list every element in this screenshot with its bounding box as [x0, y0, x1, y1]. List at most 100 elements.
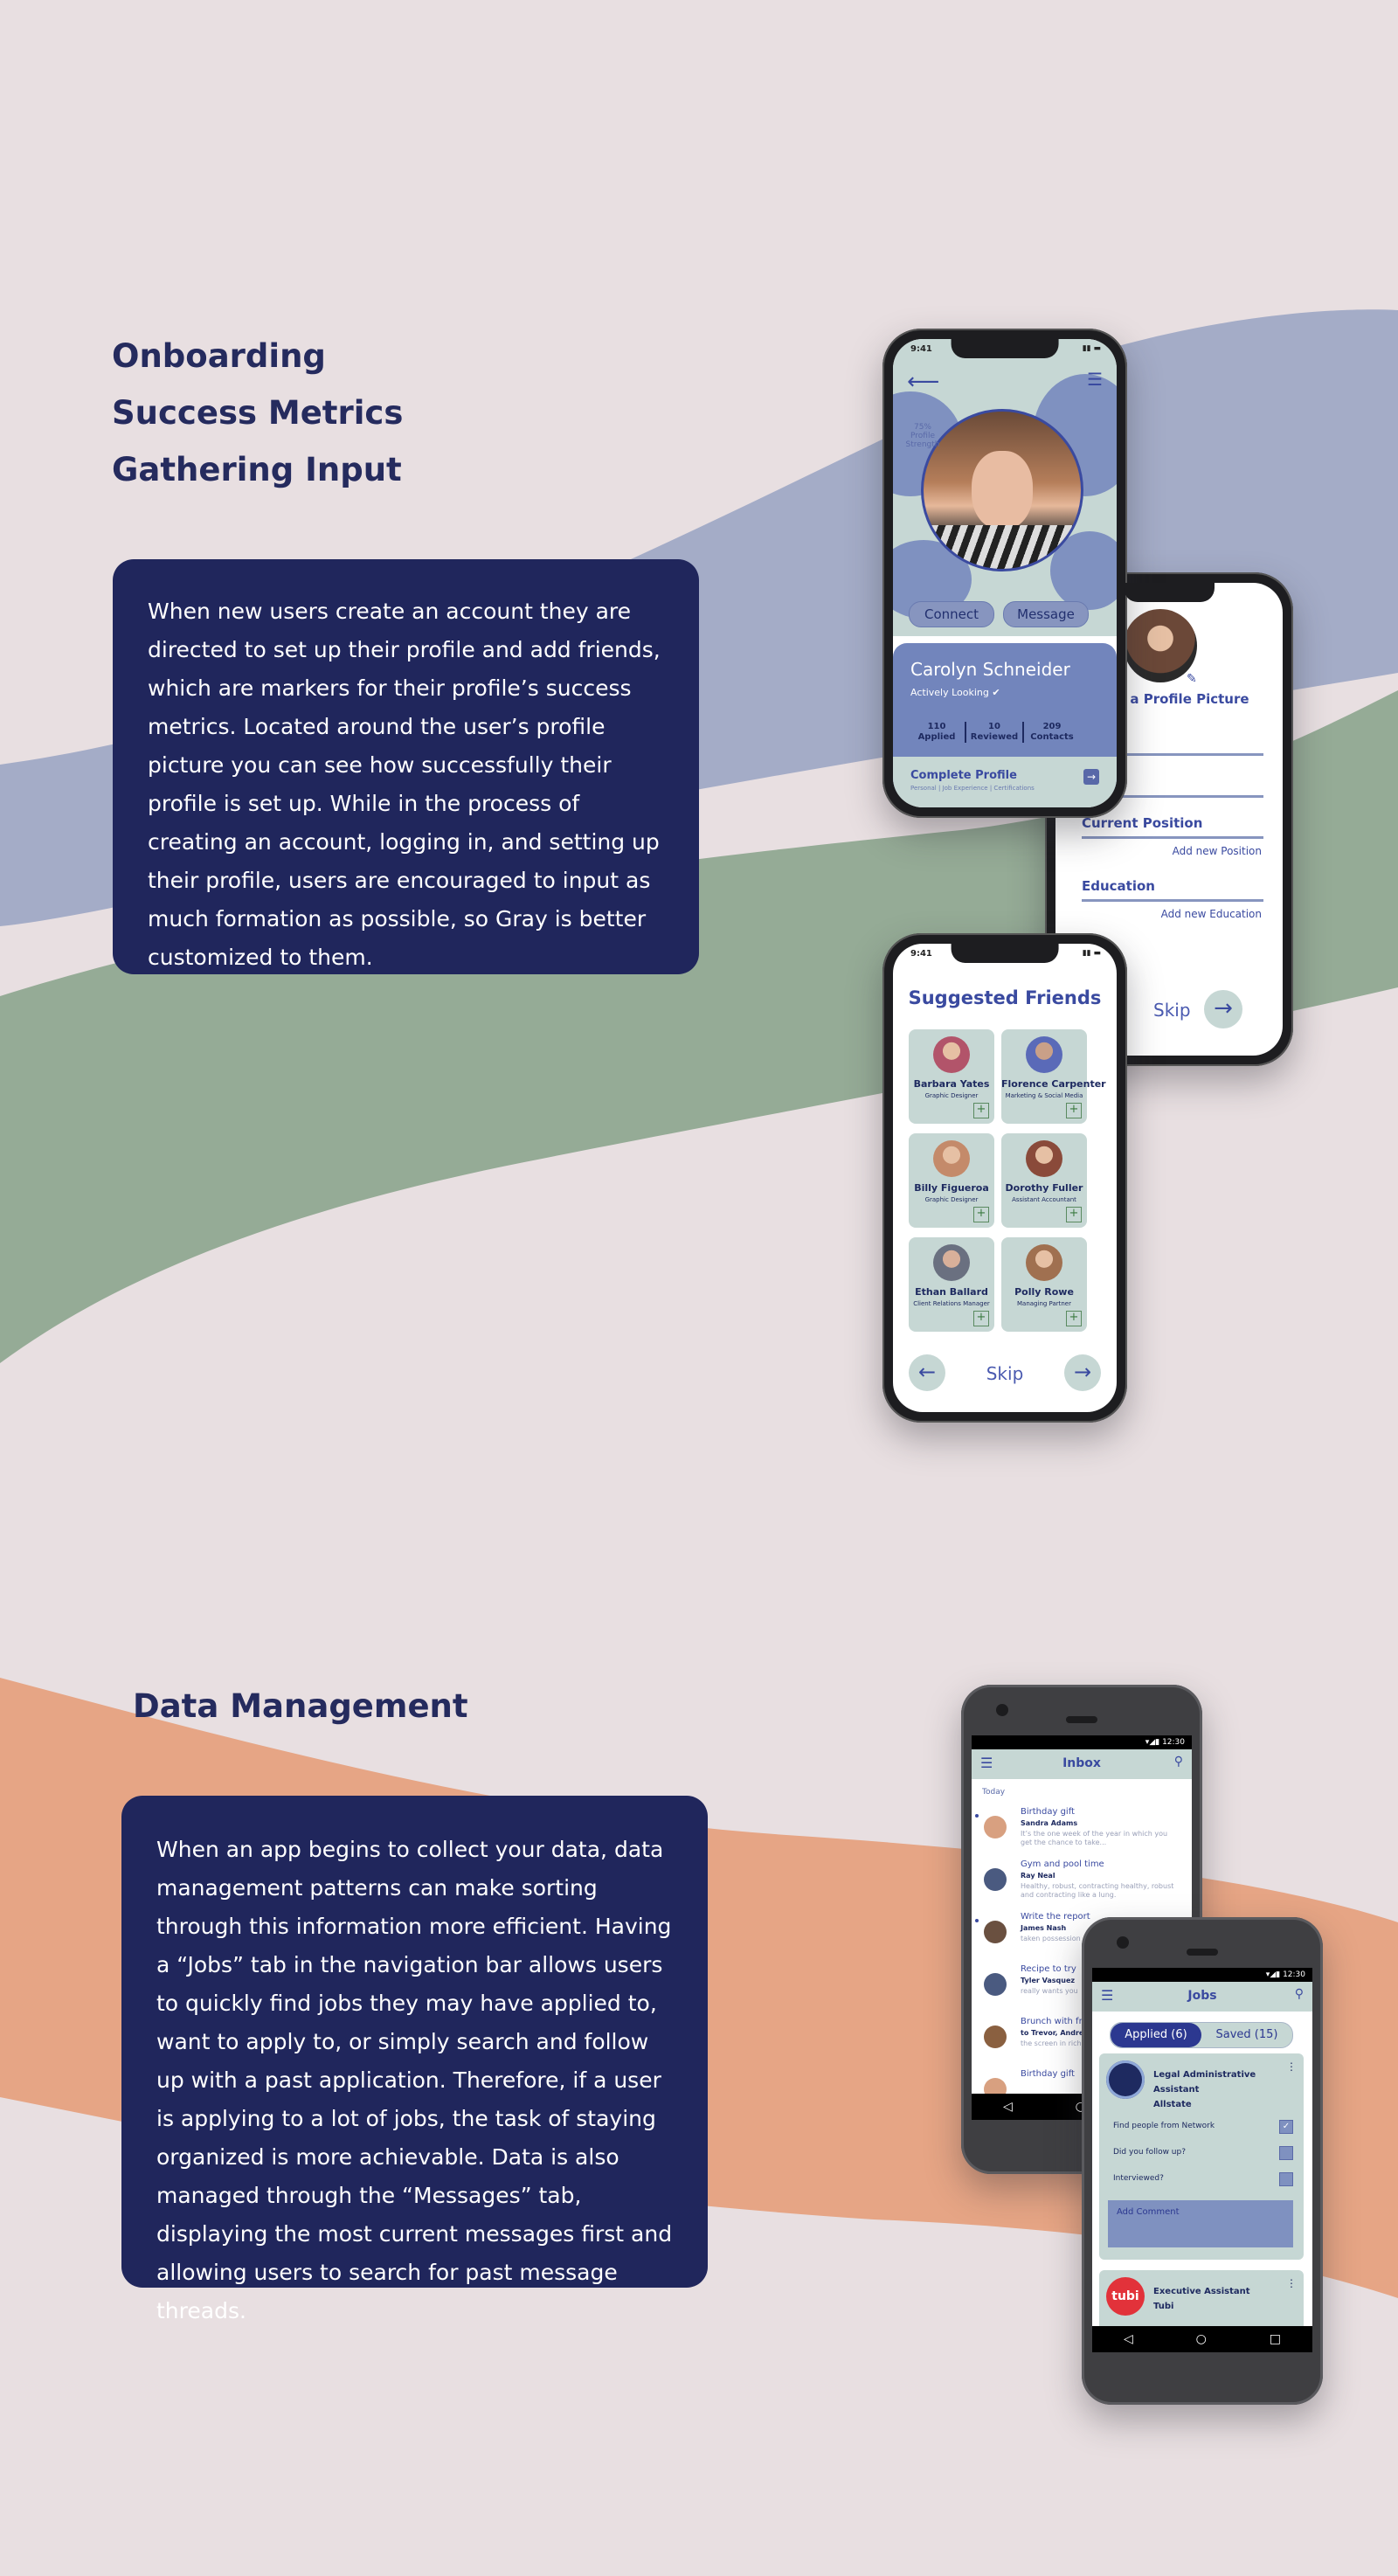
complete-profile-sections: Personal | Job Experience | Certificatio…: [910, 785, 1035, 792]
data-management-textbox: When an app begins to collect your data,…: [121, 1796, 708, 2323]
wifi-signal-icon: ▾◢▮: [1265, 1970, 1284, 1979]
more-options-icon[interactable]: ⋮: [1286, 2277, 1297, 2289]
friend-role: Graphic Designer: [924, 1196, 979, 1203]
friend-name: Billy Figueroa: [914, 1182, 989, 1194]
more-options-icon[interactable]: ⋮: [1286, 2060, 1297, 2073]
education-label: Education: [1082, 878, 1155, 894]
checkbox[interactable]: [1279, 2172, 1293, 2186]
search-icon[interactable]: ⚲: [1295, 1987, 1304, 2001]
back-arrow-icon[interactable]: ⟵: [907, 369, 939, 395]
nav-back-icon[interactable]: ◁: [1003, 2100, 1013, 2114]
android-nav-bar: ◁ ○ □: [1092, 2326, 1312, 2352]
heading-line-onboarding: Onboarding: [112, 337, 326, 375]
signal-battery-icon: ▮▮ ▬: [1082, 949, 1101, 958]
stat-applied[interactable]: 110 Applied: [909, 722, 966, 743]
job-card[interactable]: tubi Executive Assistant Tubi ⋮: [1099, 2270, 1304, 2331]
notch: [951, 944, 1059, 963]
status-time: 9:41: [910, 949, 932, 959]
add-comment-field[interactable]: Add Comment: [1108, 2200, 1293, 2247]
message-title: Birthday gift: [1021, 2069, 1075, 2079]
nav-back-icon[interactable]: ◁: [1124, 2332, 1133, 2346]
message-button[interactable]: Message: [1003, 601, 1089, 627]
message-title: Brunch with fr: [1021, 2017, 1083, 2026]
tubi-logo-icon: tubi: [1106, 2277, 1145, 2316]
stat-reviewed[interactable]: 10 Reviewed: [966, 722, 1024, 743]
menu-icon[interactable]: ☰: [1087, 369, 1103, 390]
message-preview: It’s the one week of the year in which y…: [1021, 1830, 1168, 1846]
checkbox[interactable]: ✓: [1279, 2120, 1293, 2134]
friends-screen: 9:41 ▮▮ ▬ Suggested Friends Barbara Yate…: [893, 944, 1117, 1412]
friend-role: Graphic Designer: [924, 1092, 979, 1099]
message-sender: Tyler Vasquez: [1021, 1977, 1076, 1984]
next-arrow-icon[interactable]: →: [1204, 990, 1242, 1028]
message-title: Gym and pool time: [1021, 1859, 1104, 1869]
connect-button[interactable]: Connect: [909, 601, 994, 627]
camera-dot: [996, 1704, 1008, 1716]
add-friend-icon[interactable]: +: [973, 1207, 989, 1222]
sender-avatar: [984, 1868, 1007, 1891]
tab-saved[interactable]: Saved (15): [1201, 2023, 1292, 2047]
forward-arrow-icon[interactable]: →: [1083, 769, 1099, 785]
add-friend-icon[interactable]: +: [1066, 1103, 1082, 1118]
friend-card[interactable]: Dorothy Fuller Assistant Accountant +: [1001, 1133, 1087, 1228]
stat-value: 10: [988, 722, 1000, 731]
job-title-text: Executive Assistant: [1153, 2287, 1250, 2296]
jobs-title: Jobs: [1187, 1989, 1217, 2003]
skip-button[interactable]: Skip: [1153, 1000, 1191, 1021]
verified-icon: ✔: [992, 687, 1000, 698]
camera-dot: [1117, 1936, 1129, 1949]
profile-name: Carolyn Schneider: [910, 659, 1070, 680]
friend-name: Polly Rowe: [1014, 1286, 1074, 1298]
next-arrow-icon[interactable]: →: [1064, 1354, 1101, 1391]
onboarding-heading: Onboarding Success Metrics Gathering Inp…: [112, 328, 403, 498]
complete-profile-label: Complete Profile: [910, 769, 1017, 782]
pencil-icon[interactable]: ✎: [1187, 672, 1197, 686]
message-title: Recipe to try: [1021, 1964, 1076, 1974]
onboarding-textbox: When new users create an account they ar…: [113, 559, 699, 974]
education-field[interactable]: [1082, 899, 1263, 902]
friend-card[interactable]: Florence Carpenter Marketing & Social Me…: [1001, 1029, 1106, 1124]
unread-dot: [975, 1814, 979, 1818]
friend-card[interactable]: Polly Rowe Managing Partner +: [1001, 1237, 1087, 1332]
add-education-link[interactable]: Add new Education: [1161, 908, 1262, 920]
friend-card[interactable]: Barbara Yates Graphic Designer +: [909, 1029, 994, 1124]
heading-line-success-metrics: Success Metrics: [112, 394, 404, 432]
friend-card[interactable]: Billy Figueroa Graphic Designer +: [909, 1133, 994, 1228]
complete-profile-bar[interactable]: Complete Profile Personal | Job Experien…: [893, 757, 1117, 807]
message-item[interactable]: Birthday gift Sandra Adams It’s the one …: [972, 1804, 1192, 1856]
add-position-link[interactable]: Add new Position: [1173, 845, 1262, 857]
checkbox[interactable]: [1279, 2146, 1293, 2160]
stat-label: Reviewed: [970, 732, 1019, 742]
friend-avatar: [933, 1036, 970, 1073]
search-icon[interactable]: ⚲: [1174, 1755, 1183, 1769]
current-position-field[interactable]: [1082, 836, 1263, 839]
status-bar: ▾◢▮ 12:30: [1092, 1968, 1312, 1982]
data-management-paragraph: When an app begins to collect your data,…: [156, 1837, 673, 2323]
add-friend-icon[interactable]: +: [1066, 1207, 1082, 1222]
tab-applied[interactable]: Applied (6): [1111, 2023, 1201, 2047]
heading-line-gathering-input: Gathering Input: [112, 451, 402, 488]
jobs-phone: ▾◢▮ 12:30 ☰ Jobs ⚲ Applied (6) Saved (15…: [1082, 1917, 1323, 2405]
message-sender: Ray Neal: [1021, 1872, 1055, 1880]
add-friend-icon[interactable]: +: [1066, 1311, 1082, 1326]
nav-home-icon[interactable]: ○: [1196, 2332, 1207, 2346]
friend-card[interactable]: Ethan Ballard Client Relations Manager +: [909, 1237, 994, 1332]
add-friend-icon[interactable]: +: [973, 1103, 989, 1118]
nav-recents-icon[interactable]: □: [1270, 2332, 1281, 2346]
job-card[interactable]: Legal Administrative Assistant Allstate ⋮…: [1099, 2053, 1304, 2260]
add-friend-icon[interactable]: +: [973, 1311, 989, 1326]
status-time: 9:41: [910, 344, 932, 354]
friend-name: Florence Carpenter: [1001, 1078, 1106, 1090]
stat-label: Applied: [917, 732, 956, 742]
stat-contacts[interactable]: 209 Contacts: [1024, 722, 1080, 743]
message-title: Write the report: [1021, 1912, 1090, 1922]
setup-title: e a Profile Picture: [1117, 691, 1249, 707]
checklist-label: Find people from Network: [1113, 2122, 1215, 2130]
profile-avatar[interactable]: [921, 409, 1083, 571]
message-item[interactable]: Gym and pool time Ray Neal Healthy, robu…: [972, 1856, 1192, 1908]
profile-stats: 110 Applied 10 Reviewed 209 Contacts: [909, 722, 1080, 743]
sender-avatar: [984, 1921, 1007, 1943]
sender-avatar: [984, 1816, 1007, 1839]
friends-phone: 9:41 ▮▮ ▬ Suggested Friends Barbara Yate…: [882, 933, 1127, 1423]
friend-avatar: [1026, 1036, 1062, 1073]
